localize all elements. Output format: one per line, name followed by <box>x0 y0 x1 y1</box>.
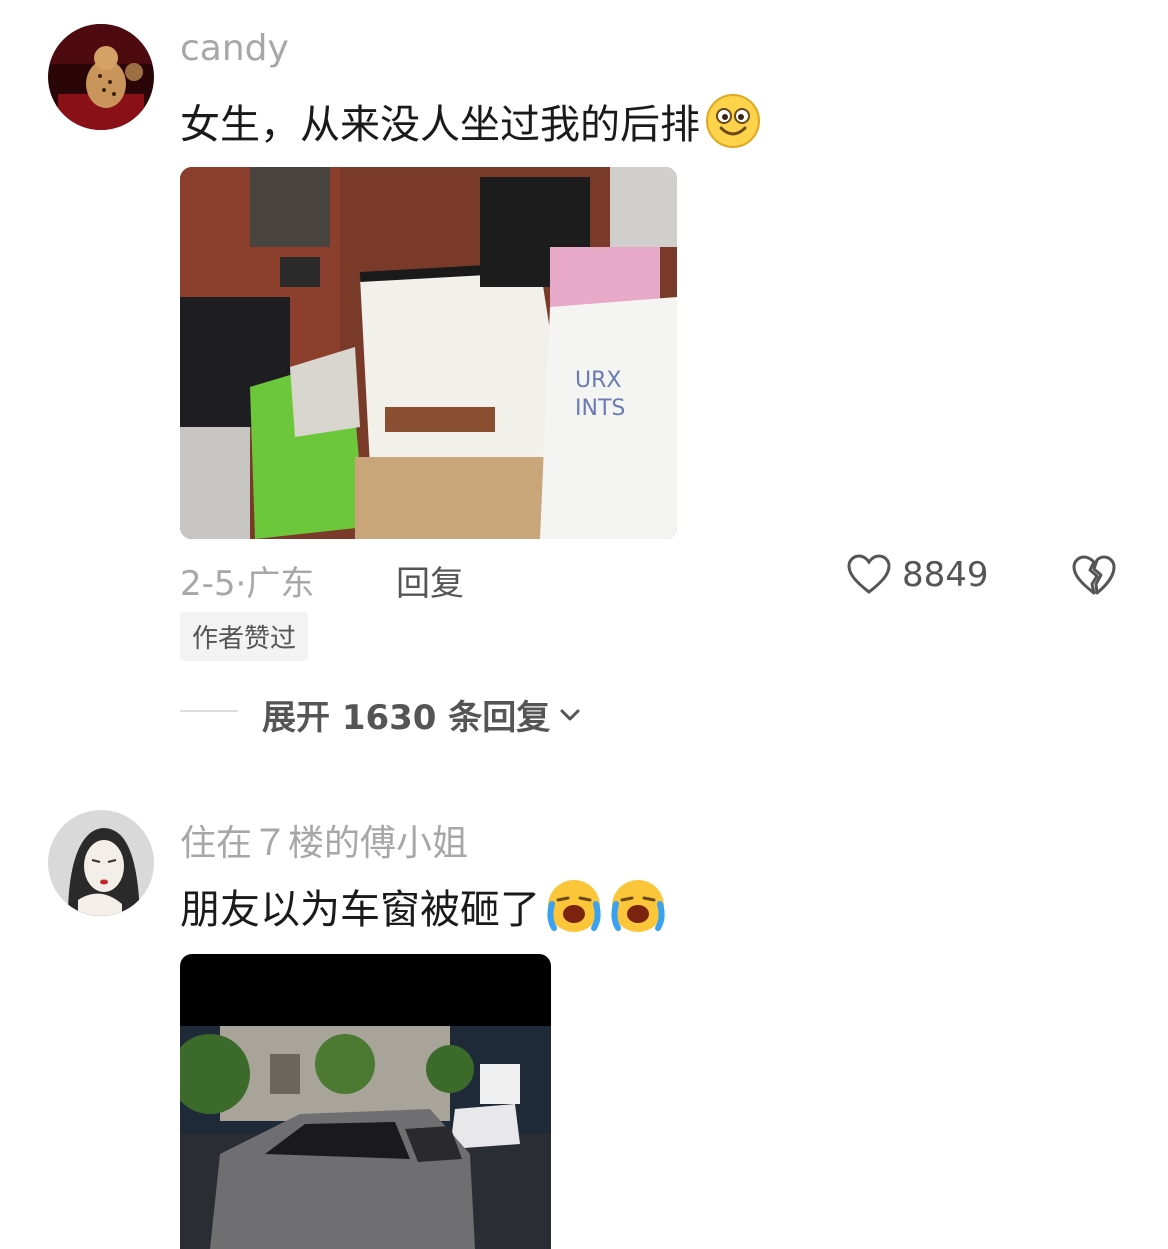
comment-location: 广东 <box>246 564 315 604</box>
car-backseat-bags-image: URX INTS <box>180 167 677 539</box>
comment-text-body: 朋友以为车窗被砸了 <box>180 887 540 933</box>
username[interactable]: 住在７楼的傅小姐 <box>180 814 468 866</box>
meta-separator: · <box>235 564 247 604</box>
like-count: 8849 <box>902 555 989 595</box>
username[interactable]: candy <box>180 28 289 69</box>
avatar[interactable] <box>48 24 154 130</box>
illustrated-woman-avatar-image <box>48 810 154 916</box>
comment-text-body: 女生，从来没人坐过我的后排 <box>180 102 700 148</box>
expand-divider <box>180 710 238 712</box>
comment-photo[interactable]: URX INTS <box>180 167 677 539</box>
loudly-crying-face-icon <box>547 880 601 932</box>
heart-icon <box>847 554 891 594</box>
expand-replies-button[interactable]: 展开 1630 条回复 <box>262 690 584 739</box>
comment-text: 女生，从来没人坐过我的后排 <box>180 92 762 150</box>
comment-text: 朋友以为车窗被砸了 <box>180 876 668 936</box>
broken-car-window-image <box>180 954 551 1249</box>
loudly-crying-face-icon <box>611 880 665 932</box>
avatar[interactable] <box>48 810 154 916</box>
grinning-face-icon <box>706 94 760 148</box>
author-liked-badge: 作者赞过 <box>180 612 309 661</box>
comment-photo[interactable] <box>180 954 551 1249</box>
chevron-down-icon <box>560 709 580 720</box>
svg-text:URX: URX <box>575 368 621 393</box>
svg-text:INTS: INTS <box>575 396 625 421</box>
like-button[interactable]: 8849 <box>846 552 989 598</box>
broken-heart-icon <box>1072 555 1116 595</box>
dislike-button[interactable] <box>1070 552 1118 602</box>
comment-date: 2-5 <box>180 564 236 604</box>
comment-meta: 2-5·广东 <box>180 556 314 605</box>
leopard-avatar-image <box>48 24 154 130</box>
reply-button[interactable]: 回复 <box>396 556 464 605</box>
expand-replies-label: 展开 1630 条回复 <box>262 698 551 738</box>
